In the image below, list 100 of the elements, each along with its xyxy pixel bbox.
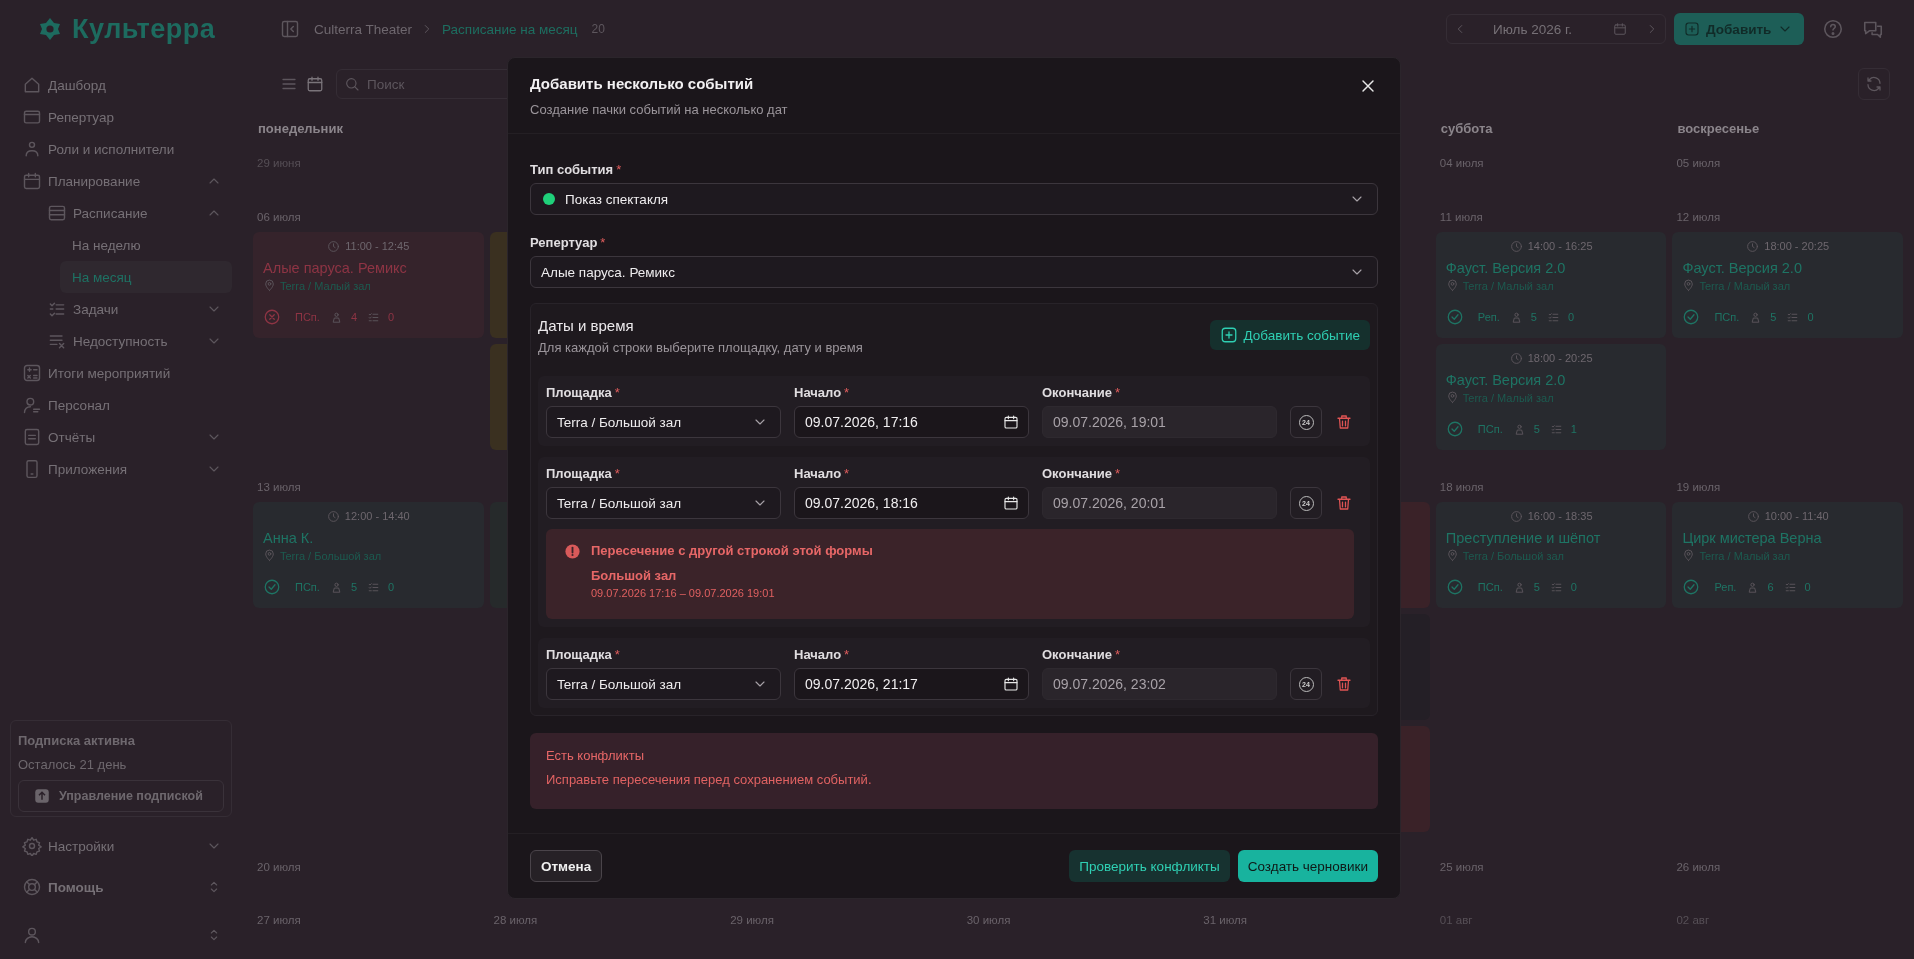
clock-icon (1509, 351, 1523, 365)
day-date: 18 июля (1438, 480, 1485, 495)
task-count: 0 (1567, 311, 1575, 323)
event-title: Преступление и шёпот (1445, 530, 1602, 546)
event-time: 18:00 - 20:25 (1764, 240, 1830, 252)
conflict-title: Пересечение с другой строкой этой формы (591, 543, 873, 559)
pin-icon (1445, 279, 1459, 292)
required-mark: * (1115, 466, 1121, 482)
required-mark: * (600, 235, 606, 251)
plus-square-icon (1219, 326, 1238, 344)
sidebar-toggle-icon[interactable] (280, 19, 300, 39)
sidebar-item[interactable]: Итоги мероприятий (10, 357, 232, 389)
trash-icon[interactable] (1335, 413, 1353, 431)
film-icon (22, 107, 42, 127)
field-label: Репертуар (530, 235, 598, 251)
pin-icon (1445, 549, 1459, 562)
checklist-icon (1549, 422, 1563, 436)
event-type: Реп. (1714, 581, 1737, 593)
field-label: Окончание (1042, 466, 1113, 482)
conflict-venue: Большой зал (591, 568, 678, 583)
section-hint: Для каждой строки выберите площадку, дату и время (538, 340, 863, 355)
month-picker[interactable]: Июль 2026 г. (1446, 14, 1666, 44)
day-date: 27 июля (256, 913, 302, 928)
event-time: 12:00 - 14:40 (344, 510, 410, 522)
event-title: Цирк мистера Верна (1682, 530, 1823, 546)
trash-icon[interactable] (1335, 675, 1353, 693)
pin-icon (263, 279, 276, 292)
cancel-button[interactable]: Отмена (530, 850, 603, 882)
sidebar-item[interactable]: Настройки (10, 827, 232, 865)
event-title: Анна К. (263, 530, 315, 546)
event-title: Фауст. Версия 2.0 (1682, 260, 1803, 276)
sidebar-item[interactable]: Отчёты (10, 421, 232, 453)
required-mark: * (616, 162, 622, 178)
calendar-icon (22, 171, 42, 191)
repertoire-select[interactable]: Алые паруса. Ремикс (530, 256, 1378, 288)
end-datetime-field[interactable]: 09.07.2026, 20:01 (1042, 487, 1277, 519)
event-type-select[interactable]: Показ спектакля (530, 183, 1378, 215)
manage-subscription-button[interactable]: Управление подпиской (18, 780, 224, 812)
end-datetime-field[interactable]: 09.07.2026, 19:01 (1042, 406, 1277, 438)
breadcrumb-link[interactable]: Расписание на месяц (442, 21, 578, 37)
sidebar-item[interactable]: Недоступность (35, 325, 232, 357)
task-count: 0 (1807, 311, 1814, 323)
breadcrumb-link[interactable]: Culterra Theater (314, 21, 413, 37)
sidebar-item[interactable]: Роли и исполнители (10, 133, 232, 165)
calendar-icon[interactable] (1003, 414, 1019, 430)
event-type: ПСп. (295, 311, 320, 323)
clock-icon (1509, 239, 1523, 253)
plus-square-icon (1684, 21, 1700, 37)
help-icon[interactable] (1822, 18, 1844, 40)
sidebar-item[interactable]: Планирование (10, 165, 232, 197)
venue-select[interactable]: Terra / Большой зал (546, 668, 781, 700)
start-datetime-field[interactable]: 09.07.2026, 17:16 (794, 406, 1029, 438)
sidebar-item[interactable]: Персонал (10, 389, 232, 421)
clock-icon (327, 239, 341, 253)
checklist-icon (1546, 310, 1560, 324)
add-event-button[interactable]: Добавить событие (1209, 320, 1370, 350)
day-date: 06 июля (256, 210, 302, 225)
event-time: 16:00 - 18:35 (1527, 510, 1593, 522)
sidebar-item[interactable]: Репертуар (10, 101, 232, 133)
clock-icon (1746, 239, 1760, 253)
subscription-remaining: Осталось 21 день (18, 756, 128, 774)
sidebar-item[interactable]: Приложения (10, 453, 232, 485)
sidebar-item[interactable]: Помощь (10, 867, 232, 907)
participant-count: 4 (350, 311, 357, 323)
day-date: 04 июля (1438, 156, 1485, 171)
end-datetime-field[interactable]: 09.07.2026, 23:02 (1042, 668, 1277, 700)
required-mark: * (614, 466, 620, 482)
day-date: 26 июля (1675, 860, 1722, 875)
sidebar-item[interactable]: На неделю (60, 229, 232, 261)
participant-count: 6 (1767, 581, 1774, 593)
day-date: 05 июля (1675, 156, 1722, 171)
start-datetime-field[interactable]: 09.07.2026, 21:17 (794, 668, 1029, 700)
calendar-icon[interactable] (1003, 495, 1019, 511)
refresh-icon (1865, 75, 1883, 93)
event-type: ПСп. (1477, 581, 1503, 593)
day-date: 30 июля (965, 913, 1012, 928)
sidebar-item[interactable]: Расписание (35, 197, 232, 229)
task-count: 0 (388, 581, 395, 593)
field-label: Площадка (546, 466, 612, 482)
sidebar-item[interactable]: Задачи (35, 293, 232, 325)
sidebar-item[interactable]: На месяц (60, 261, 232, 293)
venue-select[interactable]: Terra / Большой зал (546, 487, 781, 519)
checklist-icon (367, 310, 380, 324)
required-mark: * (844, 385, 850, 401)
sidebar-item[interactable]: Дашборд (10, 69, 232, 101)
event-type: ПСп. (1477, 423, 1503, 435)
gear-icon (22, 836, 42, 856)
field-label: Площадка (546, 647, 612, 663)
trash-icon[interactable] (1335, 494, 1353, 512)
house-icon (22, 75, 42, 95)
clock-icon (1746, 509, 1760, 523)
required-mark: * (614, 647, 620, 663)
event-type: ПСп. (295, 581, 320, 593)
pin-icon (1682, 549, 1696, 562)
calendar-icon[interactable] (1003, 676, 1019, 692)
refresh-button[interactable] (1858, 68, 1890, 100)
venue-select[interactable]: Terra / Большой зал (546, 406, 781, 438)
check-conflicts-button[interactable]: Проверить конфликты (1069, 850, 1230, 882)
create-drafts-button[interactable]: Создать черновики (1237, 850, 1378, 882)
start-datetime-field[interactable]: 09.07.2026, 18:16 (794, 487, 1029, 519)
